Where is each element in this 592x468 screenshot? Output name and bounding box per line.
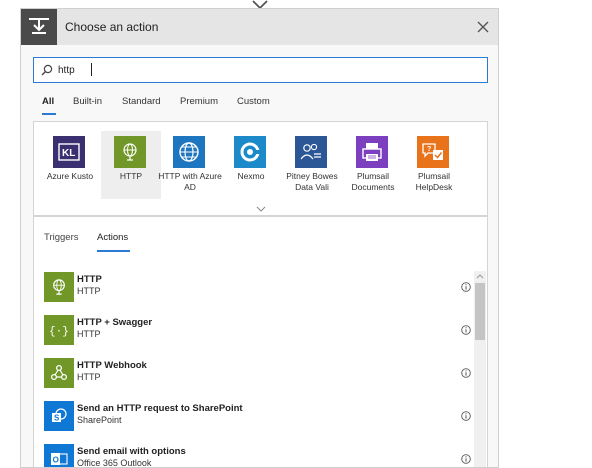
search-input[interactable] xyxy=(58,62,478,78)
action-connector-name: HTTP xyxy=(77,372,101,382)
action-connector-name: SharePoint xyxy=(77,415,122,425)
svg-text:KL: KL xyxy=(62,148,75,159)
action-step-icon xyxy=(21,9,57,45)
globe-network-icon xyxy=(173,136,205,168)
globe-icon xyxy=(114,136,146,168)
webhook-icon xyxy=(44,358,74,388)
action-send-email-options[interactable]: O Send email with options Office 365 Out… xyxy=(44,440,474,468)
connector-label: Nexmo xyxy=(237,171,265,181)
connector-pitney-bowes[interactable]: Pitney Bowes Data Vali xyxy=(282,131,342,199)
svg-text:?: ? xyxy=(427,146,431,153)
action-http[interactable]: HTTP HTTP xyxy=(44,268,474,306)
text-caret xyxy=(91,63,92,76)
tab-premium[interactable]: Premium xyxy=(180,96,218,107)
scrollbar-thumb[interactable] xyxy=(475,283,485,340)
action-http-webhook[interactable]: HTTP Webhook HTTP xyxy=(44,354,474,392)
connector-label: HTTP with Azure AD xyxy=(158,171,222,192)
printer-icon xyxy=(356,136,388,168)
outlook-icon: O xyxy=(44,444,74,467)
card-header: Choose an action xyxy=(21,9,498,45)
connector-azure-kusto[interactable]: KL Azure Kusto xyxy=(40,131,100,199)
chevron-down-icon[interactable] xyxy=(256,206,266,212)
connector-http[interactable]: HTTP xyxy=(101,131,161,199)
action-connector-name: HTTP xyxy=(77,329,101,339)
svg-text:S: S xyxy=(54,414,60,423)
tab-built-in[interactable]: Built-in xyxy=(73,96,102,107)
tab-custom[interactable]: Custom xyxy=(237,96,270,107)
action-title: HTTP xyxy=(77,274,102,285)
search-box[interactable] xyxy=(33,57,488,83)
choose-action-card: Choose an action All Built-in Standard P… xyxy=(20,8,499,468)
tab-standard[interactable]: Standard xyxy=(122,96,161,107)
svg-text:{·}: {·} xyxy=(49,326,69,337)
globe-icon xyxy=(44,272,74,302)
info-icon[interactable] xyxy=(461,368,471,378)
people-check-icon xyxy=(295,136,327,168)
info-icon[interactable] xyxy=(461,411,471,421)
close-icon[interactable] xyxy=(474,18,492,36)
svg-text:O: O xyxy=(53,456,59,465)
action-title: HTTP + Swagger xyxy=(77,317,153,328)
action-http-swagger[interactable]: {·} HTTP + Swagger HTTP xyxy=(44,311,474,349)
sharepoint-icon: S xyxy=(44,401,74,431)
active-tab-underline xyxy=(42,113,56,115)
helpdesk-icon: ? xyxy=(417,136,449,168)
search-icon xyxy=(41,64,53,76)
actions-panel: Triggers Actions HTTP HTTP {·} HTTP + Sw… xyxy=(33,216,488,468)
action-title: Send an HTTP request to SharePoint xyxy=(77,403,243,414)
card-title: Choose an action xyxy=(65,20,159,34)
nexmo-icon xyxy=(234,136,266,168)
swagger-icon: {·} xyxy=(44,315,74,345)
connector-label: Plumsail Documents xyxy=(351,171,395,192)
kusto-icon: KL xyxy=(53,136,85,168)
info-icon[interactable] xyxy=(461,282,471,292)
action-connector-name: HTTP xyxy=(77,286,101,296)
connector-plumsail-documents[interactable]: Plumsail Documents xyxy=(343,131,403,199)
connector-plumsail-helpdesk[interactable]: ? Plumsail HelpDesk xyxy=(404,131,464,199)
tab-all[interactable]: All xyxy=(42,96,54,107)
info-icon[interactable] xyxy=(461,325,471,335)
connector-label: Plumsail HelpDesk xyxy=(415,171,453,192)
action-connector-name: Office 365 Outlook xyxy=(77,458,152,468)
chevron-up-icon[interactable] xyxy=(476,274,484,279)
info-icon[interactable] xyxy=(461,454,471,464)
action-title: HTTP Webhook xyxy=(77,360,147,371)
tab-actions[interactable]: Actions xyxy=(97,232,128,243)
connectors-panel: KL Azure Kusto HTTP HTTP with Azure AD N… xyxy=(33,121,488,216)
active-tab-underline xyxy=(97,250,130,252)
action-sharepoint-http-request[interactable]: S Send an HTTP request to SharePoint Sha… xyxy=(44,397,474,435)
connector-label: Azure Kusto xyxy=(46,171,94,181)
tab-triggers[interactable]: Triggers xyxy=(44,232,79,243)
connector-http-azure-ad[interactable]: HTTP with Azure AD xyxy=(158,131,222,199)
actions-scrollbar[interactable] xyxy=(474,271,486,467)
action-title: Send email with options xyxy=(77,446,186,457)
connector-label: Pitney Bowes Data Vali xyxy=(286,171,338,192)
connector-nexmo[interactable]: Nexmo xyxy=(221,131,281,199)
connector-label: HTTP xyxy=(119,171,143,181)
